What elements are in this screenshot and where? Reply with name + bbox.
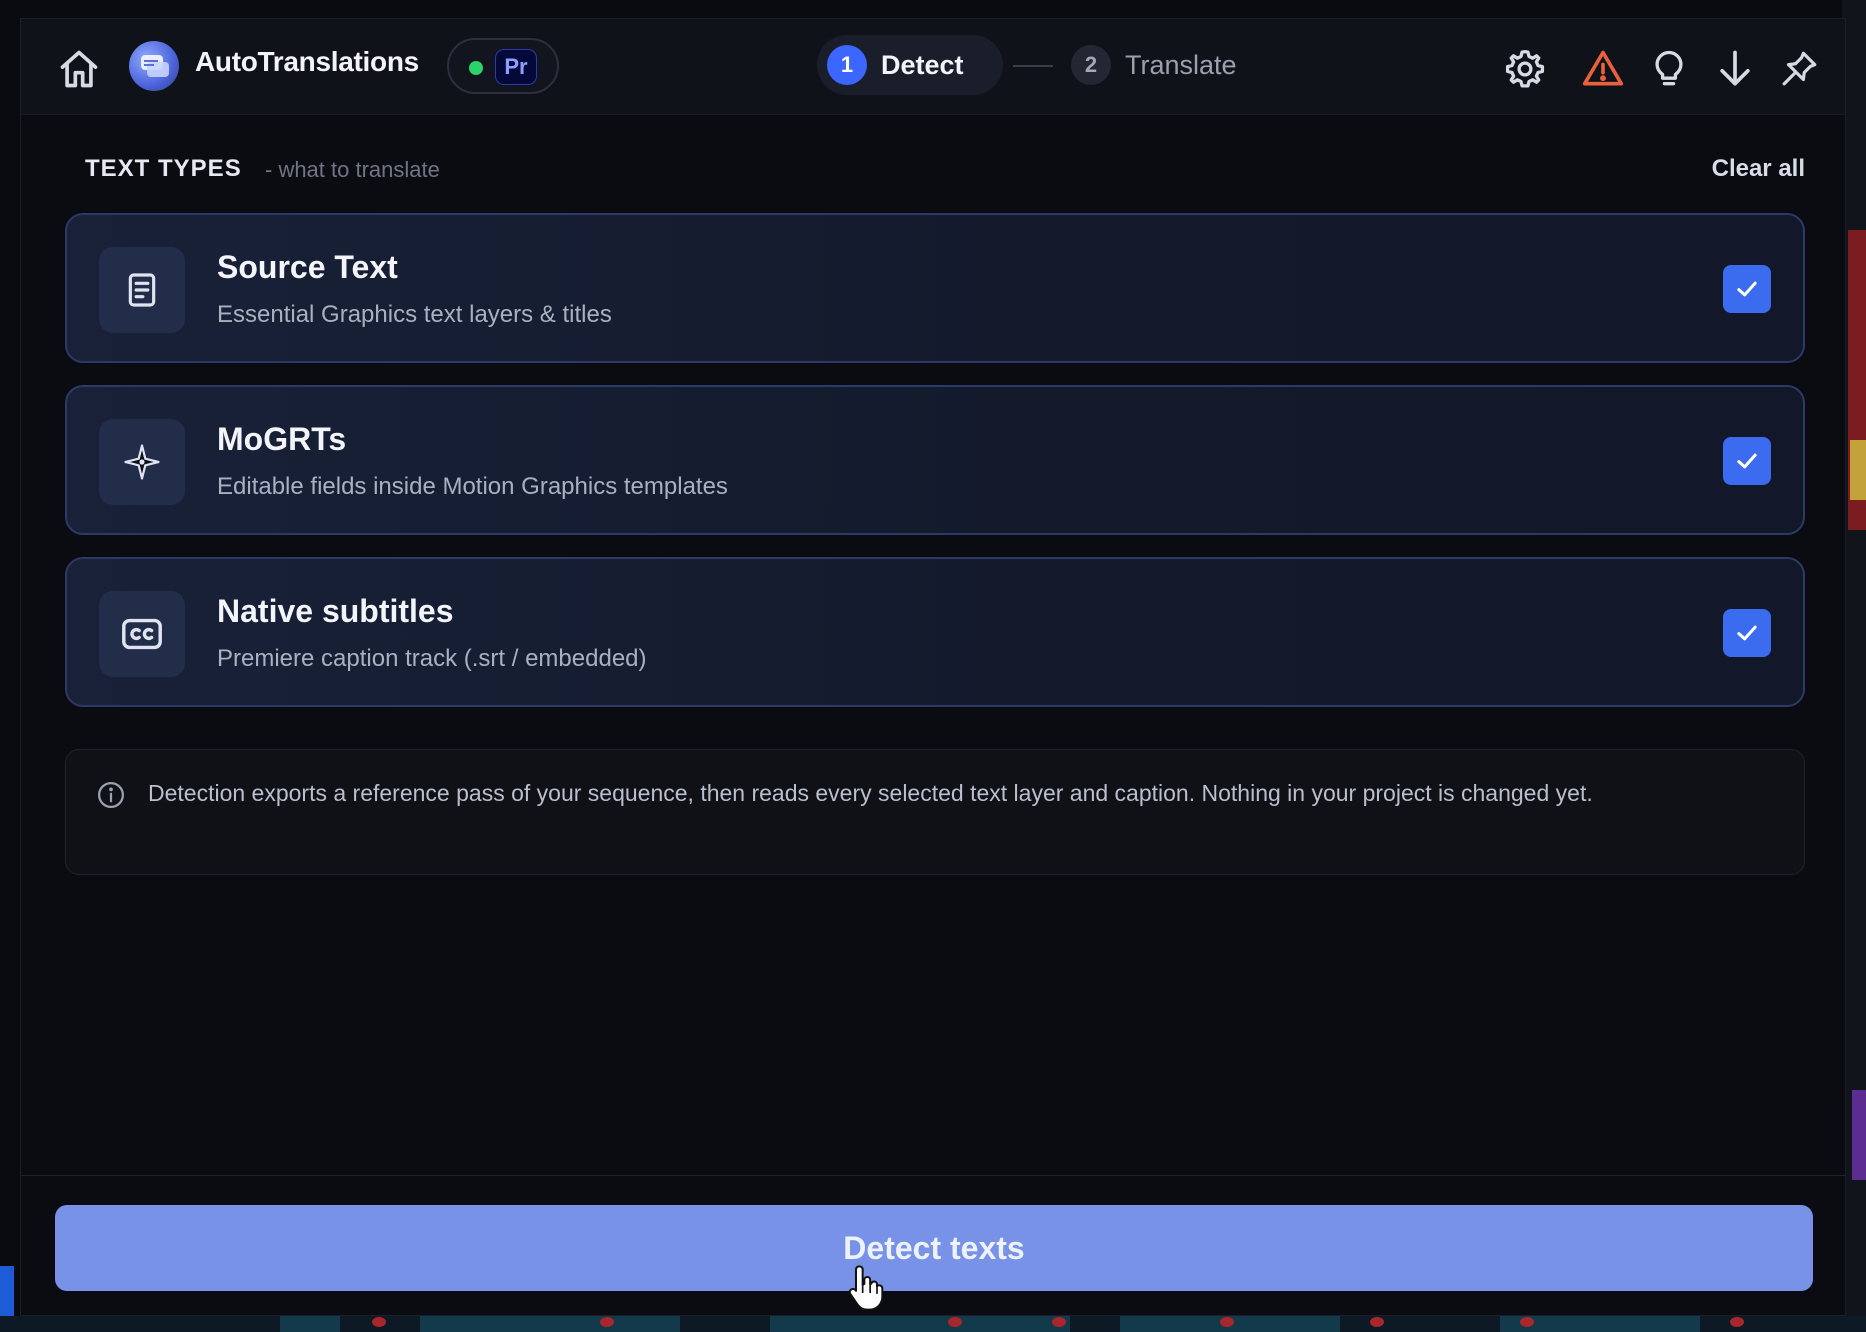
- detect-texts-label: Detect texts: [843, 1229, 1025, 1266]
- card-icon-tile: [99, 247, 185, 333]
- card-title: MoGRTs: [217, 421, 347, 457]
- native-subtitles-checkbox[interactable]: [1723, 609, 1771, 657]
- mogrts-checkbox[interactable]: [1723, 437, 1771, 485]
- warning-icon: [1582, 50, 1624, 86]
- closed-captions-icon: [122, 618, 162, 650]
- pin-button[interactable]: [1775, 45, 1823, 93]
- step-label: Translate: [1125, 49, 1237, 80]
- step-label: Detect: [881, 49, 964, 80]
- app-logo: [129, 41, 179, 91]
- card-description: Premiere caption track (.srt / embedded): [217, 645, 647, 672]
- host-status-pill[interactable]: Pr: [447, 38, 559, 94]
- clear-all-button[interactable]: Clear all: [1712, 155, 1805, 183]
- sparkle-icon: [124, 444, 160, 480]
- card-description: Editable fields inside Motion Graphics t…: [217, 473, 728, 500]
- panel-header: AutoTranslations Pr 1 Detect 2 Translate: [21, 19, 1845, 115]
- gear-icon: [1505, 49, 1545, 88]
- background-video-strip: [1850, 440, 1866, 500]
- checkmark-icon: [1737, 281, 1757, 297]
- text-type-card-mogrts[interactable]: MoGRTs Editable fields inside Motion Gra…: [65, 385, 1805, 535]
- footer-divider: [21, 1175, 1845, 1176]
- download-button[interactable]: [1711, 45, 1759, 93]
- card-icon-tile: [99, 591, 185, 677]
- checkmark-icon: [1737, 453, 1757, 469]
- step-connector: [1013, 65, 1053, 67]
- step-translate[interactable]: 2 Translate: [1061, 35, 1261, 95]
- home-icon: [60, 50, 98, 88]
- card-description: Essential Graphics text layers & titles: [217, 301, 612, 328]
- card-title: Source Text: [217, 249, 398, 285]
- warning-button[interactable]: [1579, 45, 1627, 93]
- checkmark-icon: [1737, 625, 1757, 641]
- hand-cursor-icon: [848, 1265, 884, 1311]
- info-icon: [98, 782, 124, 808]
- step-number: 1: [827, 45, 867, 85]
- step-detect[interactable]: 1 Detect: [817, 35, 1003, 95]
- card-title: Native subtitles: [217, 593, 454, 629]
- text-type-card-native-subtitles[interactable]: Native subtitles Premiere caption track …: [65, 557, 1805, 707]
- app-title: AutoTranslations: [195, 46, 419, 77]
- background-clip-strip: [1852, 1090, 1866, 1180]
- pin-icon: [1782, 51, 1817, 86]
- section-subtitle: - what to translate: [265, 157, 440, 182]
- info-text: Detection exports a reference pass of yo…: [148, 780, 1593, 806]
- tips-button[interactable]: [1645, 45, 1693, 93]
- lightbulb-icon: [1655, 50, 1683, 86]
- chat-bubbles-icon: [141, 55, 169, 77]
- text-type-card-source-text[interactable]: Source Text Essential Graphics text laye…: [65, 213, 1805, 363]
- source-text-checkbox[interactable]: [1723, 265, 1771, 313]
- document-icon: [128, 273, 156, 307]
- info-note: Detection exports a reference pass of yo…: [65, 749, 1805, 875]
- download-arrow-icon: [1720, 50, 1750, 86]
- status-dot: [469, 61, 483, 75]
- autotranslations-panel: AutoTranslations Pr 1 Detect 2 Translate: [20, 18, 1846, 1316]
- section-title: TEXT TYPES: [85, 155, 242, 182]
- step-number: 2: [1071, 45, 1111, 85]
- home-button[interactable]: [53, 43, 105, 95]
- detect-texts-button[interactable]: Detect texts: [55, 1205, 1813, 1291]
- background-timeline: [0, 1316, 1866, 1332]
- settings-button[interactable]: [1501, 45, 1549, 93]
- card-icon-tile: [99, 419, 185, 505]
- premiere-pro-badge: Pr: [495, 49, 537, 85]
